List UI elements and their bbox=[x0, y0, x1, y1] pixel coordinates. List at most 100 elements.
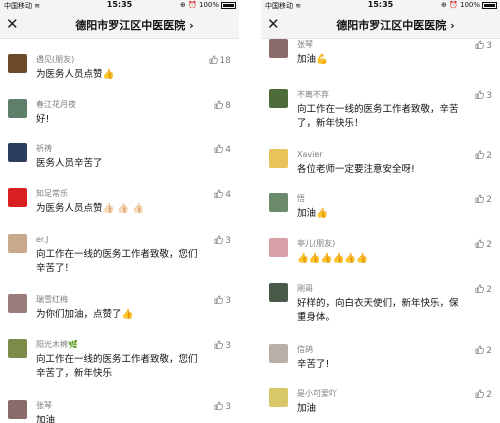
thumbs-up-icon bbox=[475, 194, 485, 203]
avatar[interactable] bbox=[8, 54, 27, 73]
commenter-name: 张琴 bbox=[297, 40, 313, 49]
page-title[interactable]: 德阳市罗江区中医医院 › bbox=[295, 17, 496, 33]
thumbs-up-icon bbox=[475, 40, 485, 49]
thumbs-up-icon bbox=[475, 284, 485, 293]
battery-icon bbox=[221, 1, 236, 9]
like-button[interactable]: 2 bbox=[475, 150, 492, 161]
avatar[interactable] bbox=[269, 39, 288, 58]
commenter-name: 祈祷 bbox=[36, 144, 52, 153]
avatar[interactable] bbox=[269, 193, 288, 212]
commenter-name: 刚哥 bbox=[297, 284, 313, 293]
comment-item: 不离不弃向工作在一线的医务工作者致敬，辛苦了，新年快乐！ 3 bbox=[261, 87, 500, 131]
commenter-name: 信鸽 bbox=[297, 345, 313, 354]
commenter-name: 不离不弃 bbox=[297, 90, 329, 99]
comment-item: 春江花月夜 好! 8 bbox=[0, 97, 239, 127]
comment-text: 为医务人员点赞👍 bbox=[36, 69, 115, 80]
avatar[interactable] bbox=[8, 99, 27, 118]
comment-text: 向工作在一线的医务工作者致敬，您们辛苦了！ bbox=[36, 249, 198, 274]
like-button[interactable]: 2 bbox=[475, 194, 492, 205]
comment-text: 为你们加油，点赞了👍 bbox=[36, 309, 134, 320]
comment-text: 向工作在一线的医务工作者致敬，您们辛苦了，新年快乐 bbox=[36, 354, 198, 379]
nav-bar: ✕ 德阳市罗江区中医医院 › bbox=[261, 11, 500, 39]
like-button[interactable]: 2 bbox=[475, 239, 492, 250]
thumbs-up-icon bbox=[214, 340, 224, 349]
like-button[interactable]: 4 bbox=[214, 144, 231, 155]
like-count: 3 bbox=[225, 296, 231, 306]
like-button[interactable]: 3 bbox=[214, 235, 231, 246]
thumbs-up-icon bbox=[209, 55, 218, 64]
thumbs-up-icon bbox=[475, 239, 485, 248]
like-button[interactable]: 2 bbox=[475, 345, 492, 356]
status-bar: 中国移动 ≋ 15:35 ⊕ ⏰ 100% bbox=[261, 0, 500, 11]
like-count: 2 bbox=[486, 240, 492, 250]
commenter-name: 亭儿(朋友) bbox=[297, 239, 336, 248]
like-button[interactable]: 18 bbox=[209, 55, 231, 66]
thumbs-up-icon bbox=[214, 144, 224, 153]
thumbs-up-icon bbox=[214, 235, 224, 244]
like-button[interactable]: 3 bbox=[214, 340, 231, 351]
avatar[interactable] bbox=[269, 89, 288, 108]
battery-indicator: ⊕ ⏰ 100% bbox=[180, 1, 236, 9]
status-bar: 中国移动 ≋ 15:35 ⊕ ⏰ 100% bbox=[0, 0, 239, 11]
close-icon[interactable]: ✕ bbox=[6, 14, 19, 34]
thumbs-up-icon bbox=[214, 295, 224, 304]
comment-text: 加油 bbox=[36, 415, 56, 423]
like-count: 2 bbox=[486, 195, 492, 205]
commenter-name: Xavier bbox=[297, 150, 323, 159]
avatar[interactable] bbox=[8, 188, 27, 207]
avatar[interactable] bbox=[269, 238, 288, 257]
comment-item: 信鸽辛苦了! 2 bbox=[261, 342, 500, 372]
comment-item: 是小可爱吖加油 2 bbox=[261, 386, 500, 416]
avatar[interactable] bbox=[269, 149, 288, 168]
left-phone-screen: 中国移动 ≋ 15:35 ⊕ ⏰ 100% ✕ 德阳市罗江区中医医院 › 遇见(… bbox=[0, 0, 239, 423]
page-title[interactable]: 德阳市罗江区中医医院 › bbox=[34, 17, 235, 33]
avatar[interactable] bbox=[8, 400, 27, 419]
like-button[interactable]: 2 bbox=[475, 284, 492, 295]
like-button[interactable]: 3 bbox=[475, 40, 492, 51]
avatar[interactable] bbox=[8, 294, 27, 313]
thumbs-up-icon bbox=[475, 389, 485, 398]
comment-text: 辛苦了! bbox=[297, 359, 330, 370]
comment-item: 悟加油👍 2 bbox=[261, 191, 500, 221]
comment-item: Xavier 各位老师一定要注意安全呀! 2 bbox=[261, 147, 500, 177]
avatar[interactable] bbox=[8, 143, 27, 162]
battery-indicator: ⊕ ⏰ 100% bbox=[441, 1, 497, 9]
comment-text: 向工作在一线的医务工作者致敬，辛苦了，新年快乐！ bbox=[297, 104, 459, 129]
comment-text: 各位老师一定要注意安全呀! bbox=[297, 164, 415, 175]
comment-item: 张琴 加油💪 3 bbox=[261, 37, 500, 67]
comment-text: 加油👍 bbox=[297, 208, 328, 219]
like-button[interactable]: 4 bbox=[214, 189, 231, 200]
comment-item: 刚哥好样的，向白衣天使们，新年快乐，保重身体。 2 bbox=[261, 281, 500, 325]
commenter-name: 张琴 bbox=[36, 401, 52, 410]
like-count: 18 bbox=[219, 56, 231, 66]
like-button[interactable]: 2 bbox=[475, 389, 492, 400]
close-icon[interactable]: ✕ bbox=[267, 14, 280, 34]
avatar[interactable] bbox=[269, 388, 288, 407]
avatar[interactable] bbox=[8, 234, 27, 253]
avatar[interactable] bbox=[8, 339, 27, 358]
like-button[interactable]: 3 bbox=[214, 295, 231, 306]
like-count: 2 bbox=[486, 346, 492, 356]
comment-item: 张琴加油 3 bbox=[0, 398, 239, 423]
comment-item: 亭儿(朋友) 👍👍👍👍👍👍 2 bbox=[261, 236, 500, 266]
comment-item: 阳光木棉🌿 向工作在一线的医务工作者致敬，您们辛苦了，新年快乐 3 bbox=[0, 337, 239, 381]
right-phone-screen: 中国移动 ≋ 15:35 ⊕ ⏰ 100% ✕ 德阳市罗江区中医医院 › 张琴加… bbox=[261, 0, 500, 423]
commenter-name: 是小可爱吖 bbox=[297, 389, 337, 398]
like-count: 3 bbox=[486, 91, 492, 101]
like-count: 2 bbox=[486, 285, 492, 295]
like-button[interactable]: 3 bbox=[475, 90, 492, 101]
commenter-name: 悟 bbox=[297, 194, 305, 203]
comment-text: 👍👍👍👍👍👍 bbox=[297, 253, 368, 264]
avatar[interactable] bbox=[269, 344, 288, 363]
like-count: 8 bbox=[225, 101, 231, 111]
like-button[interactable]: 3 bbox=[214, 401, 231, 412]
like-button[interactable]: 8 bbox=[214, 100, 231, 111]
comment-text: 好样的，向白衣天使们，新年快乐，保重身体。 bbox=[297, 298, 459, 323]
like-count: 3 bbox=[225, 341, 231, 351]
comment-text: 加油 bbox=[297, 403, 317, 414]
avatar[interactable] bbox=[269, 283, 288, 302]
thumbs-up-icon bbox=[214, 401, 224, 410]
like-count: 3 bbox=[225, 236, 231, 246]
like-count: 4 bbox=[225, 190, 231, 200]
comment-text: 为医务人员点赞👍🏻 👍🏻 👍🏻 bbox=[36, 203, 145, 214]
